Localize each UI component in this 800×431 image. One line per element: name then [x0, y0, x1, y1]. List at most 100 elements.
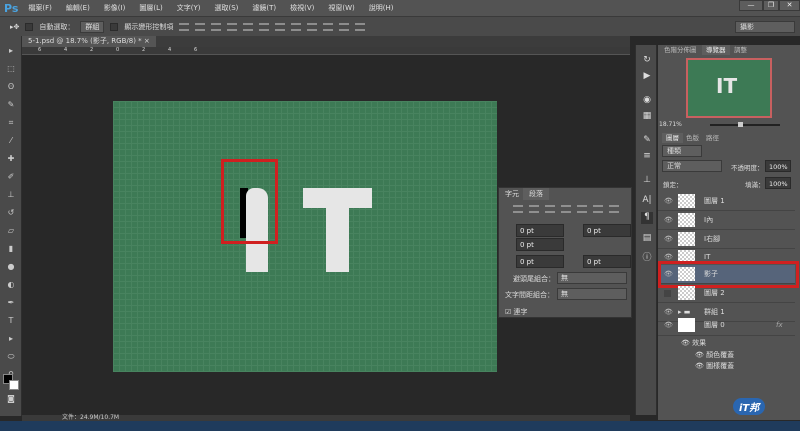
- align-left-icon[interactable]: [227, 22, 238, 31]
- history-icon[interactable]: ↻: [641, 55, 653, 67]
- distribute-vcenter-icon[interactable]: [291, 22, 302, 31]
- indent-left-field[interactable]: 0 pt: [516, 224, 564, 237]
- indent-first-line-field[interactable]: 0 pt: [516, 238, 564, 251]
- character-icon[interactable]: A|: [641, 195, 653, 207]
- menu-window[interactable]: 視窗(W): [328, 3, 354, 13]
- pen-tool-icon[interactable]: ✒: [5, 298, 17, 308]
- layer-row[interactable]: 👁 I內: [658, 211, 795, 230]
- paragraph-icon[interactable]: ¶: [641, 212, 653, 224]
- effects-label[interactable]: 👁 效果: [681, 338, 706, 348]
- menu-edit[interactable]: 編輯(E): [66, 3, 90, 13]
- navigator-zoom[interactable]: 18.71%: [659, 121, 682, 128]
- distribute-right-icon[interactable]: [355, 22, 366, 31]
- opacity-field[interactable]: 100%: [765, 160, 791, 172]
- brush-tool-icon[interactable]: ✐: [5, 172, 17, 182]
- gradient-tool-icon[interactable]: ▮: [5, 244, 17, 254]
- effect-color-overlay[interactable]: 👁 顏色覆蓋: [695, 350, 734, 360]
- path-select-icon[interactable]: ▸: [5, 334, 17, 344]
- stamp-tool-icon[interactable]: ⊥: [5, 190, 17, 200]
- layer-row[interactable]: 👁 I右腳: [658, 230, 795, 249]
- align-vcenter-icon[interactable]: [195, 22, 206, 31]
- menu-file[interactable]: 檔案(F): [28, 3, 52, 13]
- tab-channels[interactable]: 色版: [682, 133, 703, 143]
- space-after-field[interactable]: 0 pt: [583, 255, 631, 268]
- menu-view[interactable]: 檢視(V): [290, 3, 314, 13]
- zoom-slider[interactable]: [710, 122, 780, 127]
- menu-help[interactable]: 說明(H): [369, 3, 394, 13]
- info-icon[interactable]: ⓘ: [641, 250, 653, 263]
- menu-type[interactable]: 文字(Y): [177, 3, 201, 13]
- effect-pattern-overlay[interactable]: 👁 圖樣覆蓋: [695, 361, 734, 371]
- close-tab-icon[interactable]: ×: [144, 37, 150, 45]
- fx-icon[interactable]: fx: [776, 316, 783, 335]
- clone-source-icon[interactable]: ⊥: [641, 175, 653, 187]
- auto-select-checkbox[interactable]: [25, 22, 34, 31]
- tool-presets-icon[interactable]: ≡: [641, 151, 653, 163]
- align-hcenter-icon[interactable]: [243, 22, 254, 31]
- menu-image[interactable]: 影像(I): [104, 3, 126, 13]
- show-transform-checkbox[interactable]: [110, 22, 119, 31]
- align-right-icon[interactable]: [259, 22, 270, 31]
- layer-row[interactable]: 圖層 2: [658, 284, 795, 303]
- auto-select-dropdown[interactable]: 群組: [80, 20, 105, 33]
- menu-layer[interactable]: 圖層(L): [139, 3, 162, 13]
- space-before-field[interactable]: 0 pt: [516, 255, 564, 268]
- eraser-tool-icon[interactable]: ▱: [5, 226, 17, 236]
- tab-adjustments[interactable]: 調整: [730, 45, 751, 55]
- quick-mask-icon[interactable]: ◙: [5, 394, 17, 404]
- distribute-bottom-icon[interactable]: [307, 22, 318, 31]
- history-brush-icon[interactable]: ↺: [5, 208, 17, 218]
- shape-tool-icon[interactable]: ⬭: [5, 352, 17, 362]
- background-color[interactable]: [9, 380, 19, 390]
- zoom-slider-handle[interactable]: [738, 122, 743, 127]
- align-bottom-icon[interactable]: [211, 22, 222, 31]
- distribute-hcenter-icon[interactable]: [339, 22, 350, 31]
- tab-layers[interactable]: 圖層: [662, 133, 683, 143]
- fill-field[interactable]: 100%: [765, 177, 791, 189]
- distribute-left-icon[interactable]: [323, 22, 334, 31]
- blend-mode-dropdown[interactable]: 正常: [662, 160, 722, 172]
- layer-row[interactable]: 👁 圖層 0 fx: [658, 316, 795, 336]
- move-tool-icon[interactable]: ▸: [5, 46, 17, 56]
- visibility-eye-icon[interactable]: 👁: [664, 211, 673, 230]
- restore-button[interactable]: ❐: [763, 0, 779, 11]
- menu-filter[interactable]: 濾鏡(T): [252, 3, 276, 13]
- layer-row[interactable]: 👁 圖層 1: [658, 192, 795, 211]
- visibility-eye-icon[interactable]: 👁: [664, 230, 673, 249]
- eyedropper-tool-icon[interactable]: ⁄: [5, 136, 17, 146]
- close-button[interactable]: ✕: [779, 0, 800, 11]
- tab-histogram[interactable]: 色階分佈圖: [660, 45, 701, 55]
- align-top-icon[interactable]: [179, 22, 190, 31]
- dodge-tool-icon[interactable]: ◐: [5, 280, 17, 290]
- tab-paths[interactable]: 路徑: [702, 133, 723, 143]
- justify-last-right-icon[interactable]: [593, 205, 603, 213]
- actions-icon[interactable]: ▶: [641, 71, 653, 83]
- visibility-off-box[interactable]: [664, 290, 671, 297]
- styles-icon[interactable]: ▦: [641, 111, 653, 123]
- tab-paragraph[interactable]: 段落: [523, 188, 549, 200]
- workspace-dropdown[interactable]: 攝影: [735, 21, 795, 33]
- type-tool-icon[interactable]: T: [5, 316, 17, 326]
- justify-all-icon[interactable]: [609, 205, 619, 213]
- hyphenate-checkbox[interactable]: ☑ 連字: [505, 307, 528, 317]
- kinsoku-dropdown[interactable]: 無: [557, 272, 627, 284]
- blur-tool-icon[interactable]: ●: [5, 262, 17, 272]
- quick-select-tool-icon[interactable]: ✎: [5, 100, 17, 110]
- document-canvas[interactable]: [113, 101, 497, 372]
- marquee-tool-icon[interactable]: ⬚: [5, 64, 17, 74]
- lasso-tool-icon[interactable]: ʘ: [5, 82, 17, 92]
- justify-last-left-icon[interactable]: [561, 205, 571, 213]
- visibility-eye-icon[interactable]: 👁: [664, 192, 673, 211]
- healing-tool-icon[interactable]: ✚: [5, 154, 17, 164]
- navigator-thumbnail[interactable]: IT: [686, 58, 772, 118]
- brush-presets-icon[interactable]: ✎: [641, 135, 653, 147]
- align-right-text-icon[interactable]: [545, 205, 555, 213]
- tab-navigator[interactable]: 導覽器: [702, 45, 730, 55]
- align-left-text-icon[interactable]: [513, 205, 523, 213]
- menu-select[interactable]: 選取(S): [214, 3, 238, 13]
- move-tool-icon[interactable]: ▸✥: [10, 23, 19, 31]
- justify-last-center-icon[interactable]: [577, 205, 587, 213]
- indent-right-field[interactable]: 0 pt: [583, 224, 631, 237]
- layer-filter-dropdown[interactable]: 種類: [662, 145, 702, 157]
- distribute-top-icon[interactable]: [275, 22, 286, 31]
